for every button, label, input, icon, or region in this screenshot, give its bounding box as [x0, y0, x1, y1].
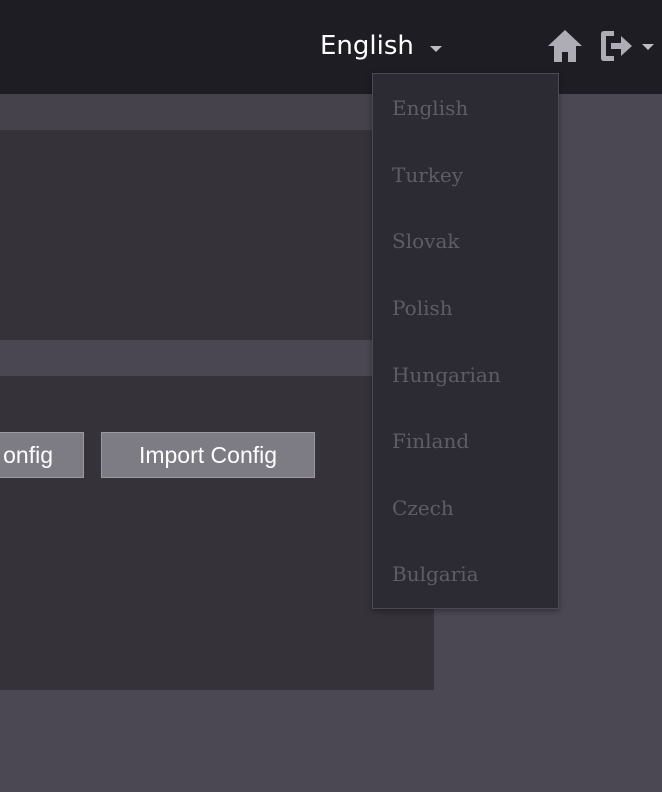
top-navbar: English: [0, 0, 662, 94]
import-config-button[interactable]: Import Config: [101, 432, 315, 478]
logout-button[interactable]: [598, 26, 662, 66]
home-button[interactable]: [546, 28, 584, 64]
language-dropdown-toggle[interactable]: English: [320, 26, 442, 66]
panel-body-1: [0, 130, 434, 340]
chevron-down-icon: [429, 46, 442, 52]
page: English onfig Import Config English Turk…: [0, 0, 662, 792]
language-option-czech[interactable]: Czech: [392, 493, 454, 523]
language-option-polish[interactable]: Polish: [392, 293, 453, 323]
panel-header-1: [0, 94, 434, 130]
language-option-turkey[interactable]: Turkey: [392, 160, 463, 190]
language-dropdown-menu: English Turkey Slovak Polish Hungarian F…: [372, 73, 559, 609]
language-option-bulgaria[interactable]: Bulgaria: [392, 559, 479, 589]
panel-header-2: [0, 340, 434, 376]
language-option-english[interactable]: English: [392, 93, 468, 123]
logout-icon: [601, 31, 632, 61]
language-option-slovak[interactable]: Slovak: [392, 226, 459, 256]
logout-chevron-down-icon: [642, 44, 654, 50]
language-option-hungarian[interactable]: Hungarian: [392, 360, 501, 390]
language-selected-label: English: [320, 31, 414, 61]
home-icon: [548, 30, 582, 62]
panel-body-2: [0, 376, 434, 690]
export-config-button[interactable]: onfig: [0, 432, 84, 478]
language-option-finland[interactable]: Finland: [392, 426, 469, 456]
